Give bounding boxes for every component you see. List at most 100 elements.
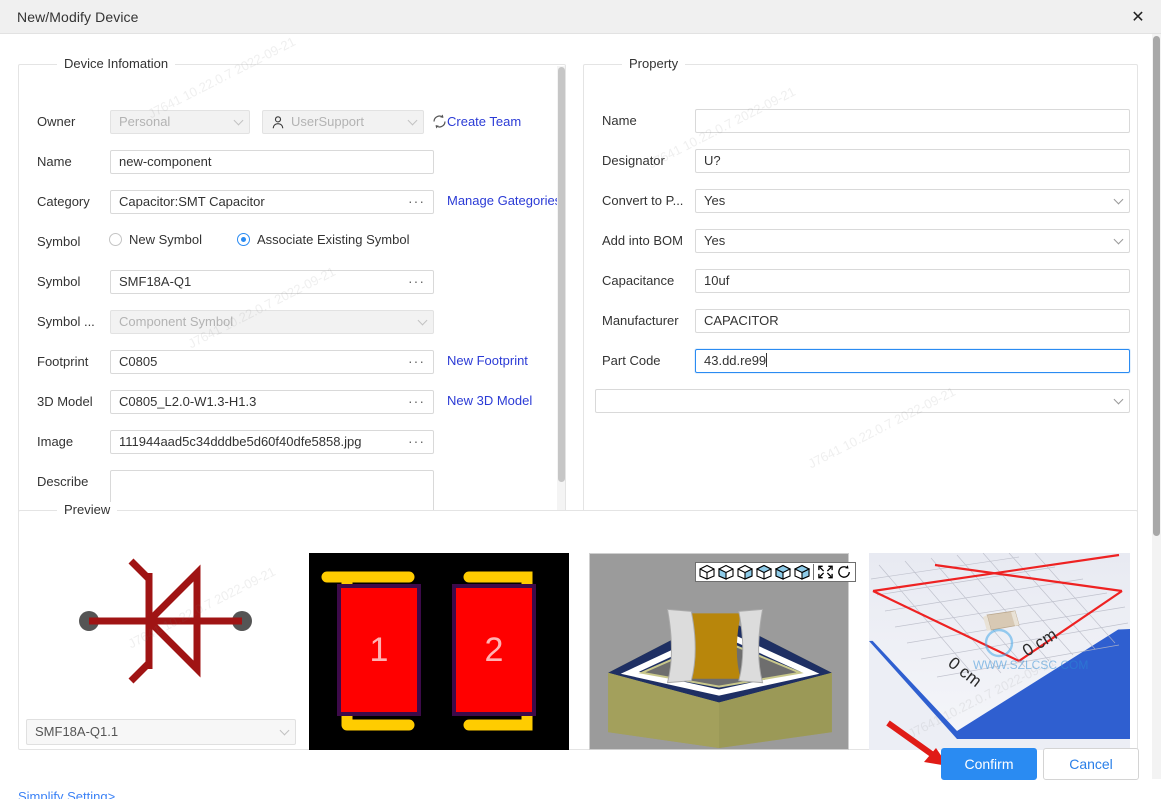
radio-new-symbol[interactable]: New Symbol	[109, 232, 202, 247]
device-information-legend: Device Infomation	[57, 56, 176, 71]
chevron-down-icon	[417, 315, 428, 326]
symbol-mode-label: Symbol	[37, 234, 81, 249]
footprint-label: Footprint	[37, 354, 89, 369]
cube-view-2-icon[interactable]	[717, 564, 735, 580]
property-convert-to-pcb-select[interactable]: Yes	[695, 189, 1130, 213]
radio-indicator	[109, 233, 122, 246]
ellipsis-icon[interactable]: ···	[408, 391, 425, 413]
text-cursor	[766, 353, 768, 367]
ellipsis-icon[interactable]: ···	[408, 191, 425, 213]
property-capacitance-label: Capacitance	[602, 273, 675, 288]
property-name-label: Name	[602, 113, 637, 128]
symbol-variant-value: SMF18A-Q1.1	[35, 724, 119, 739]
ellipsis-icon[interactable]: ···	[408, 351, 425, 373]
tvs-diode-symbol-icon	[79, 558, 252, 684]
radio-associate-existing-symbol-label: Associate Existing Symbol	[257, 232, 410, 247]
owner-team-select[interactable]: UserSupport	[262, 110, 424, 134]
close-icon[interactable]: ✕	[1115, 0, 1161, 33]
cube-view-4-icon[interactable]	[755, 564, 773, 580]
svg-text:2: 2	[485, 631, 504, 669]
dialog-scroll-thumb[interactable]	[1153, 36, 1160, 536]
property-capacitance-value: 10uf	[704, 273, 730, 288]
name-input[interactable]: new-component	[110, 150, 434, 174]
manage-categories-link[interactable]: Manage Gategories	[447, 193, 561, 208]
property-part-code-label: Part Code	[602, 353, 661, 368]
toolbar-divider	[813, 564, 814, 580]
property-designator-value: U?	[704, 153, 721, 168]
property-add-into-bom-value: Yes	[704, 233, 726, 248]
user-icon	[272, 116, 284, 129]
cube-view-6-icon[interactable]	[793, 564, 811, 580]
image-input[interactable]: 111944aad5c34dddbe5d60f40dfe5858.jpg ···	[110, 430, 434, 454]
cube-view-3-icon[interactable]	[736, 564, 754, 580]
property-name-input[interactable]	[695, 109, 1130, 133]
device-panel-scroll-thumb[interactable]	[557, 67, 565, 482]
owner-scope-select[interactable]: Personal	[110, 110, 250, 134]
property-part-code-input[interactable]: 43.dd.re99	[695, 349, 1130, 373]
name-input-value: new-component	[119, 154, 212, 169]
capacitor-product-photo: 0 cm 0 cm WWW.SZLCSC.COM	[869, 553, 1130, 750]
footprint-preview: 1 2	[309, 553, 569, 750]
new-modify-device-dialog: New/Modify Device ✕ Device Infomation Ow…	[0, 0, 1161, 799]
preview-panel: Preview SMF18A-Q1.1 1 2 0 cm 0 cm WWW.SZ…	[18, 502, 1138, 750]
product-image-preview: 0 cm 0 cm WWW.SZLCSC.COM	[869, 553, 1130, 750]
chevron-down-icon	[1113, 194, 1124, 205]
symbol-variant-select[interactable]: SMF18A-Q1.1	[26, 719, 296, 745]
viewer-toolbar	[695, 562, 856, 582]
rotate-icon[interactable]	[836, 564, 853, 580]
model3d-input[interactable]: C0805_L2.0-W1.3-H1.3 ···	[110, 390, 434, 414]
symbol-label: Symbol	[37, 274, 81, 289]
category-input-value: Capacitor:SMT Capacitor	[119, 194, 265, 209]
property-convert-to-pcb-value: Yes	[704, 193, 726, 208]
radio-indicator-selected	[237, 233, 250, 246]
name-label: Name	[37, 154, 72, 169]
chevron-down-icon	[279, 725, 290, 736]
cube-view-5-icon[interactable]	[774, 564, 792, 580]
property-designator-input[interactable]: U?	[695, 149, 1130, 173]
property-manufacturer-input[interactable]: CAPACITOR	[695, 309, 1130, 333]
device-information-panel: Device Infomation Owner Personal UserSup…	[18, 56, 566, 522]
device-panel-scroll-track[interactable]	[557, 66, 565, 520]
symbol-input[interactable]: SMF18A-Q1 ···	[110, 270, 434, 294]
property-add-into-bom-label: Add into BOM	[602, 233, 683, 248]
refresh-icon[interactable]	[431, 113, 448, 130]
property-extra-select[interactable]	[595, 389, 1130, 413]
radio-new-symbol-label: New Symbol	[129, 232, 202, 247]
property-convert-to-pcb-label: Convert to P...	[602, 193, 684, 208]
svg-text:WWW.SZLCSC.COM: WWW.SZLCSC.COM	[973, 658, 1088, 672]
cube-view-1-icon[interactable]	[698, 564, 716, 580]
chevron-down-icon	[1113, 234, 1124, 245]
simplify-setting-link[interactable]: Simplify Setting>	[18, 789, 115, 799]
model-3d-preview[interactable]	[589, 553, 856, 750]
image-input-value: 111944aad5c34dddbe5d60f40dfe5858.jpg	[119, 434, 362, 449]
footprint-input[interactable]: C0805 ···	[110, 350, 434, 374]
owner-team-value: UserSupport	[291, 114, 364, 129]
new-footprint-link[interactable]: New Footprint	[447, 353, 528, 368]
symbol-type-select[interactable]: Component Symbol	[110, 310, 434, 334]
property-add-into-bom-select[interactable]: Yes	[695, 229, 1130, 253]
model3d-label: 3D Model	[37, 394, 93, 409]
symbol-type-value: Component Symbol	[119, 314, 234, 329]
ellipsis-icon[interactable]: ···	[408, 271, 425, 293]
fit-to-screen-icon[interactable]	[817, 564, 834, 580]
capacitor-3d-render	[590, 554, 848, 749]
confirm-button[interactable]: Confirm	[941, 748, 1037, 780]
symbol-input-value: SMF18A-Q1	[119, 274, 192, 289]
new-3d-model-link[interactable]: New 3D Model	[447, 393, 532, 408]
footprint-pads-icon: 1 2	[321, 571, 536, 731]
chevron-down-icon	[1113, 394, 1124, 405]
category-input[interactable]: Capacitor:SMT Capacitor ···	[110, 190, 434, 214]
cancel-button[interactable]: Cancel	[1043, 748, 1139, 780]
describe-label: Describe	[37, 474, 89, 489]
create-team-link[interactable]: Create Team	[447, 114, 521, 129]
svg-text:1: 1	[370, 631, 389, 669]
symbol-preview	[27, 531, 297, 711]
property-panel: Property Name Designator U? Convert to P…	[583, 56, 1138, 520]
category-label: Category	[37, 194, 90, 209]
chevron-down-icon	[233, 115, 244, 126]
ellipsis-icon[interactable]: ···	[408, 431, 425, 453]
radio-associate-existing-symbol[interactable]: Associate Existing Symbol	[237, 232, 409, 247]
title-bar: New/Modify Device ✕	[0, 0, 1161, 34]
preview-legend: Preview	[57, 502, 118, 517]
property-capacitance-input[interactable]: 10uf	[695, 269, 1130, 293]
